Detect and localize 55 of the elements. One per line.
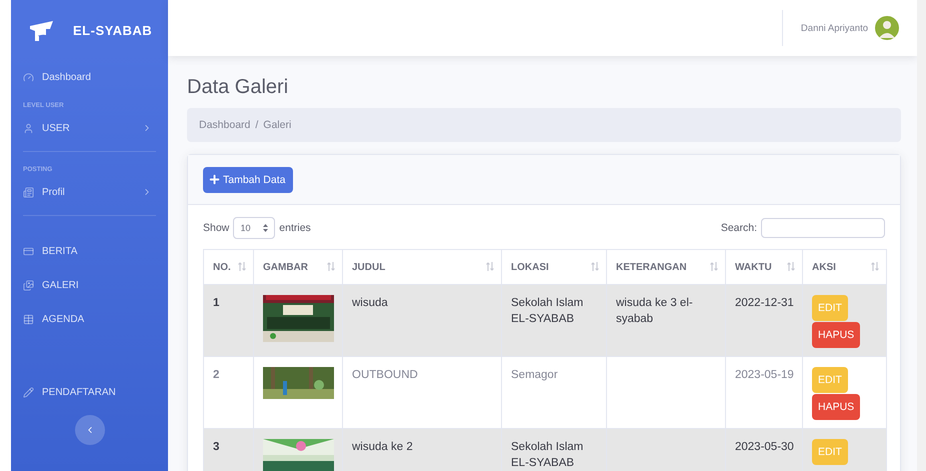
sidebar-item[interactable]: AGENDA	[11, 302, 168, 336]
pencil-icon	[23, 386, 34, 398]
sidebar-item[interactable]: Dashboard	[11, 60, 168, 94]
table-cell: Sekolah Islam EL-SYABAB	[502, 428, 606, 471]
delete-button[interactable]: HAPUS	[812, 394, 860, 420]
sort-icon	[327, 262, 335, 271]
table-icon	[23, 314, 34, 324]
table-cell: 2023-05-30	[726, 428, 802, 471]
sort-icon	[787, 262, 795, 271]
sort-icon	[710, 262, 718, 271]
table-cell: 2023-05-19	[726, 356, 802, 428]
sort-icon	[238, 262, 246, 271]
entries-label: entries	[279, 222, 311, 234]
images-icon	[23, 280, 34, 290]
table-cell: 3	[204, 428, 254, 471]
column-header[interactable]: NO.	[204, 250, 254, 284]
table-cell: Semagor	[502, 356, 606, 428]
sidebar-item[interactable]: USER	[11, 111, 168, 145]
search-label: Search:	[720, 222, 757, 234]
column-header[interactable]: JUDUL	[342, 250, 502, 284]
table-cell: 2	[204, 356, 254, 428]
user-name: Danni Apriyanto	[800, 22, 868, 34]
table-cell: OUTBOUND	[342, 356, 502, 428]
table-cell: 2022-12-31	[726, 284, 802, 356]
breadcrumb-item: Galeri	[263, 119, 292, 131]
sort-icon	[591, 262, 599, 271]
search-field[interactable]	[761, 218, 885, 238]
table-cell: wisuda	[342, 284, 502, 356]
sort-icon	[871, 262, 879, 271]
breadcrumb-item[interactable]: Dashboard	[199, 119, 250, 131]
sidebar-item[interactable]: GALERI	[11, 268, 168, 302]
sidebar-item[interactable]: Profil	[11, 175, 168, 209]
plus-icon	[208, 173, 221, 186]
sidebar-toggle-button[interactable]	[74, 415, 104, 445]
user-icon	[23, 122, 34, 134]
add-button[interactable]: Tambah Data	[203, 166, 294, 192]
graduation-cap-icon	[29, 19, 55, 41]
card-icon	[23, 246, 34, 256]
gauge-icon	[23, 72, 34, 82]
breadcrumb-separator: /	[255, 119, 258, 131]
updown-caret-icon	[263, 224, 268, 232]
brand-name: EL-SYABAB	[73, 22, 152, 38]
entries-select[interactable]: 10	[233, 217, 276, 239]
sidebar-item[interactable]: PENDAFTARAN	[11, 375, 168, 409]
table-cell: wisuda ke 3 el-syabab	[606, 284, 726, 356]
newspaper-icon	[23, 186, 34, 198]
sort-icon	[486, 262, 494, 271]
table-cell: wisuda ke 2	[342, 428, 502, 471]
show-label: Show	[203, 222, 230, 234]
avatar[interactable]	[875, 16, 899, 40]
page-title: Data Galeri	[187, 76, 290, 99]
table-cell: Sekolah Islam EL-SYABAB	[502, 284, 606, 356]
sidebar-item[interactable]: BERITA	[11, 234, 168, 268]
delete-button[interactable]: HAPUS	[812, 322, 860, 348]
table-cell: 1	[204, 284, 254, 356]
